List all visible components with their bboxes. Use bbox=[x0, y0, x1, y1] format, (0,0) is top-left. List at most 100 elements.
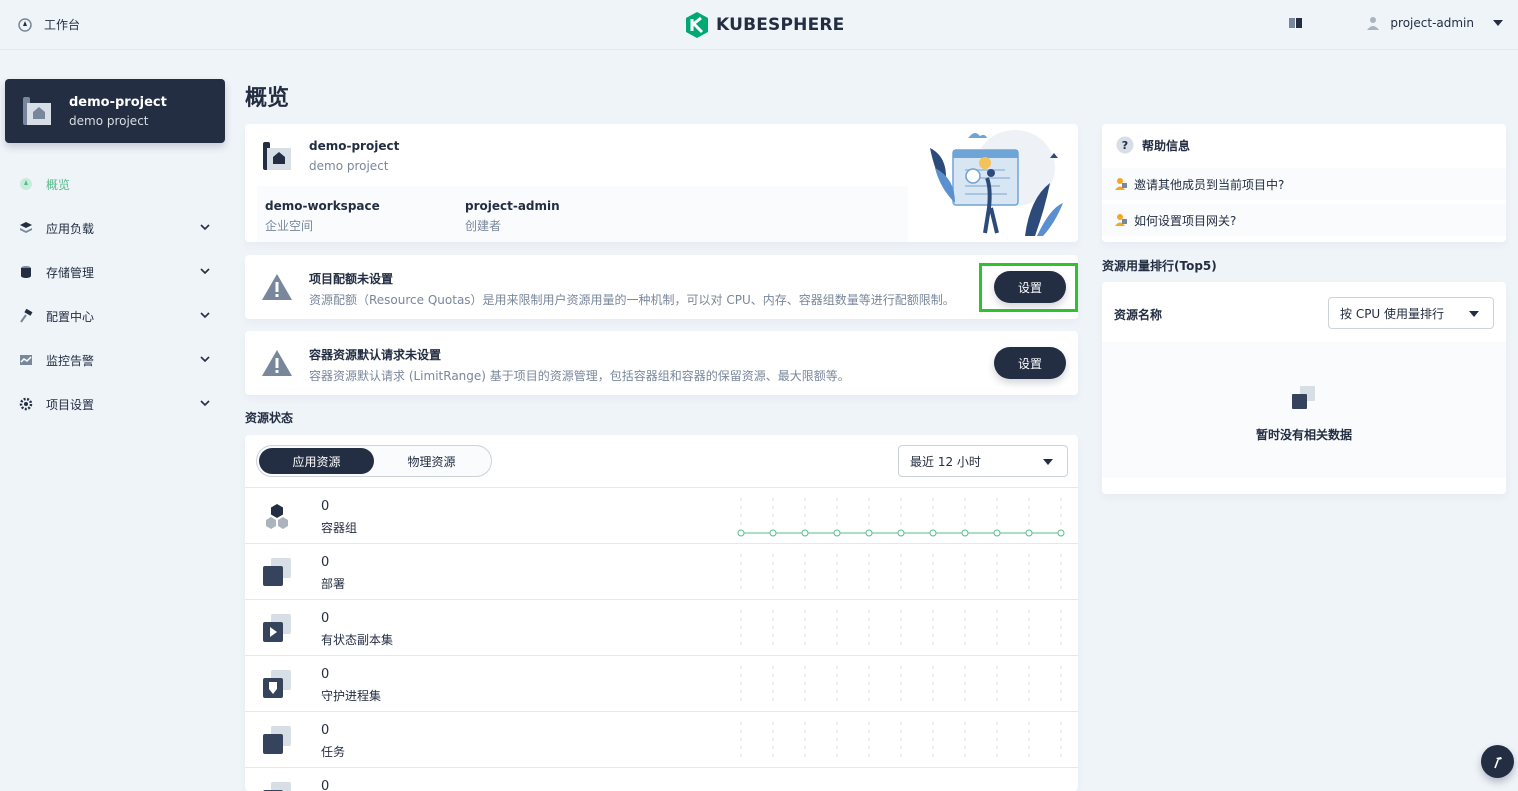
project-alias: demo project bbox=[309, 159, 389, 173]
caret-down-icon bbox=[1493, 20, 1503, 26]
resource-count: 0 bbox=[321, 555, 330, 570]
deployment-icon bbox=[263, 558, 291, 586]
page-title: 概览 bbox=[245, 86, 290, 111]
sidebar-item-label: 项目设置 bbox=[46, 397, 95, 412]
set-quota-button[interactable]: 设置 bbox=[994, 271, 1066, 303]
help-item-label: 邀请其他成员到当前项目中? bbox=[1134, 177, 1285, 192]
quota-warning-card: 项目配额未设置 资源配额（Resource Quotas）是用来限制用户资源用量… bbox=[245, 255, 1078, 319]
svg-text:?: ? bbox=[1122, 139, 1128, 152]
creator-value: project-admin bbox=[465, 199, 560, 213]
help-item-label: 如何设置项目网关? bbox=[1134, 213, 1237, 228]
resource-count: 0 bbox=[321, 779, 330, 791]
resource-row[interactable]: 0 任务 bbox=[245, 711, 1078, 767]
project-alias: demo project bbox=[69, 113, 149, 128]
sidebar-item-monitoring[interactable]: 监控告警 bbox=[0, 338, 230, 382]
grid-lines bbox=[740, 610, 1062, 648]
resource-label: 任务 bbox=[321, 745, 346, 759]
hammer-icon bbox=[1493, 756, 1502, 768]
empty-data-icon bbox=[1292, 386, 1315, 409]
sidebar-item-project-settings[interactable]: 项目设置 bbox=[0, 382, 230, 426]
kubesphere-logo[interactable]: KUBESPHERE bbox=[684, 11, 845, 39]
logo-text: KUBESPHERE bbox=[716, 15, 845, 35]
sidebar-item-config[interactable]: 配置中心 bbox=[0, 294, 230, 338]
warning-icon bbox=[262, 274, 292, 300]
username: project-admin bbox=[1390, 16, 1474, 30]
help-item-invite[interactable]: 邀请其他成员到当前项目中? bbox=[1102, 168, 1506, 200]
resource-count: 0 bbox=[321, 723, 330, 738]
resource-type-toggle: 应用资源 物理资源 bbox=[256, 445, 492, 477]
top-bar: 工作台 KUBESPHERE project-admin bbox=[0, 0, 1518, 50]
database-icon bbox=[21, 266, 31, 278]
chevron-down-icon bbox=[200, 356, 210, 363]
grid-lines bbox=[740, 554, 1062, 592]
sidebar-item-label: 配置中心 bbox=[46, 309, 95, 324]
workbench-label: 工作台 bbox=[44, 18, 81, 32]
resource-row[interactable]: 0 bbox=[245, 767, 1078, 791]
limitrange-warning-card: 容器资源默认请求未设置 容器资源默认请求 (LimitRange) 基于项目的资… bbox=[245, 331, 1078, 395]
set-limitrange-button[interactable]: 设置 bbox=[994, 347, 1066, 379]
book-icon[interactable] bbox=[1288, 16, 1304, 30]
resource-count: 0 bbox=[321, 499, 330, 514]
sidebar-item-workloads[interactable]: 应用负载 bbox=[0, 206, 230, 250]
user-icon bbox=[1367, 17, 1380, 30]
project-name: demo-project bbox=[69, 94, 167, 110]
limitrange-warning-desc: 容器资源默认请求 (LimitRange) 基于项目的资源管理，包括容器组和容器… bbox=[309, 369, 850, 383]
sidebar-item-overview[interactable]: 概览 bbox=[0, 162, 230, 206]
help-item-gateway[interactable]: 如何设置项目网关? bbox=[1102, 204, 1506, 236]
resource-label: 守护进程集 bbox=[321, 689, 382, 703]
quota-warning-title: 项目配额未设置 bbox=[309, 272, 394, 286]
resource-label: 有状态副本集 bbox=[321, 633, 394, 647]
project-info-card: demo-project demo project demo-workspace… bbox=[245, 124, 1078, 242]
grid-lines bbox=[740, 666, 1062, 704]
chevron-down-icon bbox=[200, 312, 210, 319]
pods-icon bbox=[266, 504, 288, 529]
user-menu[interactable]: project-admin bbox=[1366, 16, 1504, 30]
resource-row[interactable]: 0 部署 bbox=[245, 543, 1078, 599]
workbench-icon bbox=[18, 17, 32, 32]
creator-label: 创建者 bbox=[465, 219, 502, 233]
appcenter-icon bbox=[20, 222, 32, 233]
sort-select-value: 按 CPU 使用量排行 bbox=[1340, 306, 1445, 321]
limitrange-warning-title: 容器资源默认请求未设置 bbox=[309, 348, 442, 362]
sidebar-item-label: 监控告警 bbox=[46, 353, 95, 368]
resource-label: 容器组 bbox=[321, 521, 358, 535]
gear-icon bbox=[19, 397, 33, 411]
tab-app-resources[interactable]: 应用资源 bbox=[259, 448, 374, 474]
chevron-down-icon bbox=[200, 268, 210, 275]
tab-physical-resources[interactable]: 物理资源 bbox=[374, 448, 489, 474]
resource-count: 0 bbox=[321, 611, 330, 626]
sort-select[interactable]: 按 CPU 使用量排行 bbox=[1328, 297, 1494, 329]
empty-state: 暂时没有相关数据 bbox=[1102, 342, 1506, 478]
person-icon bbox=[1115, 178, 1127, 190]
chevron-down-icon bbox=[200, 224, 210, 231]
help-card: ? 帮助信息 邀请其他成员到当前项目中? 如何设置项目网关? bbox=[1102, 124, 1506, 242]
resource-row[interactable]: 0 有状态副本集 bbox=[245, 599, 1078, 655]
ranking-title: 资源用量排行(Top5) bbox=[1102, 259, 1217, 273]
project-card[interactable]: demo-project demo project bbox=[5, 79, 225, 143]
resource-name-label: 资源名称 bbox=[1114, 308, 1163, 322]
pods-trend-chart bbox=[737, 498, 1065, 537]
sidebar-item-label: 概览 bbox=[46, 177, 71, 192]
sidebar-item-storage[interactable]: 存储管理 bbox=[0, 250, 230, 294]
sidebar-item-label: 存储管理 bbox=[46, 265, 95, 280]
person-icon bbox=[1115, 214, 1127, 226]
ranking-card: 资源名称 按 CPU 使用量排行 暂时没有相关数据 bbox=[1102, 282, 1506, 494]
project-name: demo-project bbox=[309, 139, 400, 153]
caret-down-icon bbox=[1043, 459, 1053, 465]
grid-lines bbox=[740, 722, 1062, 760]
workbench-link[interactable]: 工作台 bbox=[18, 16, 80, 33]
warning-icon bbox=[262, 350, 292, 376]
daemonset-icon bbox=[263, 670, 291, 698]
job-icon bbox=[263, 726, 291, 754]
empty-text: 暂时没有相关数据 bbox=[1255, 428, 1352, 442]
help-title: 帮助信息 bbox=[1142, 138, 1191, 153]
statefulset-icon bbox=[263, 614, 291, 642]
dashboard-icon bbox=[20, 178, 32, 190]
toolbox-button[interactable] bbox=[1481, 745, 1514, 778]
resource-row[interactable]: 0 容器组 bbox=[245, 487, 1078, 543]
overview-illustration bbox=[930, 130, 1063, 236]
resource-row[interactable]: 0 守护进程集 bbox=[245, 655, 1078, 711]
resource-label: 部署 bbox=[321, 577, 346, 591]
time-range-select[interactable]: 最近 12 小时 bbox=[898, 445, 1068, 477]
workspace-value: demo-workspace bbox=[265, 199, 380, 213]
